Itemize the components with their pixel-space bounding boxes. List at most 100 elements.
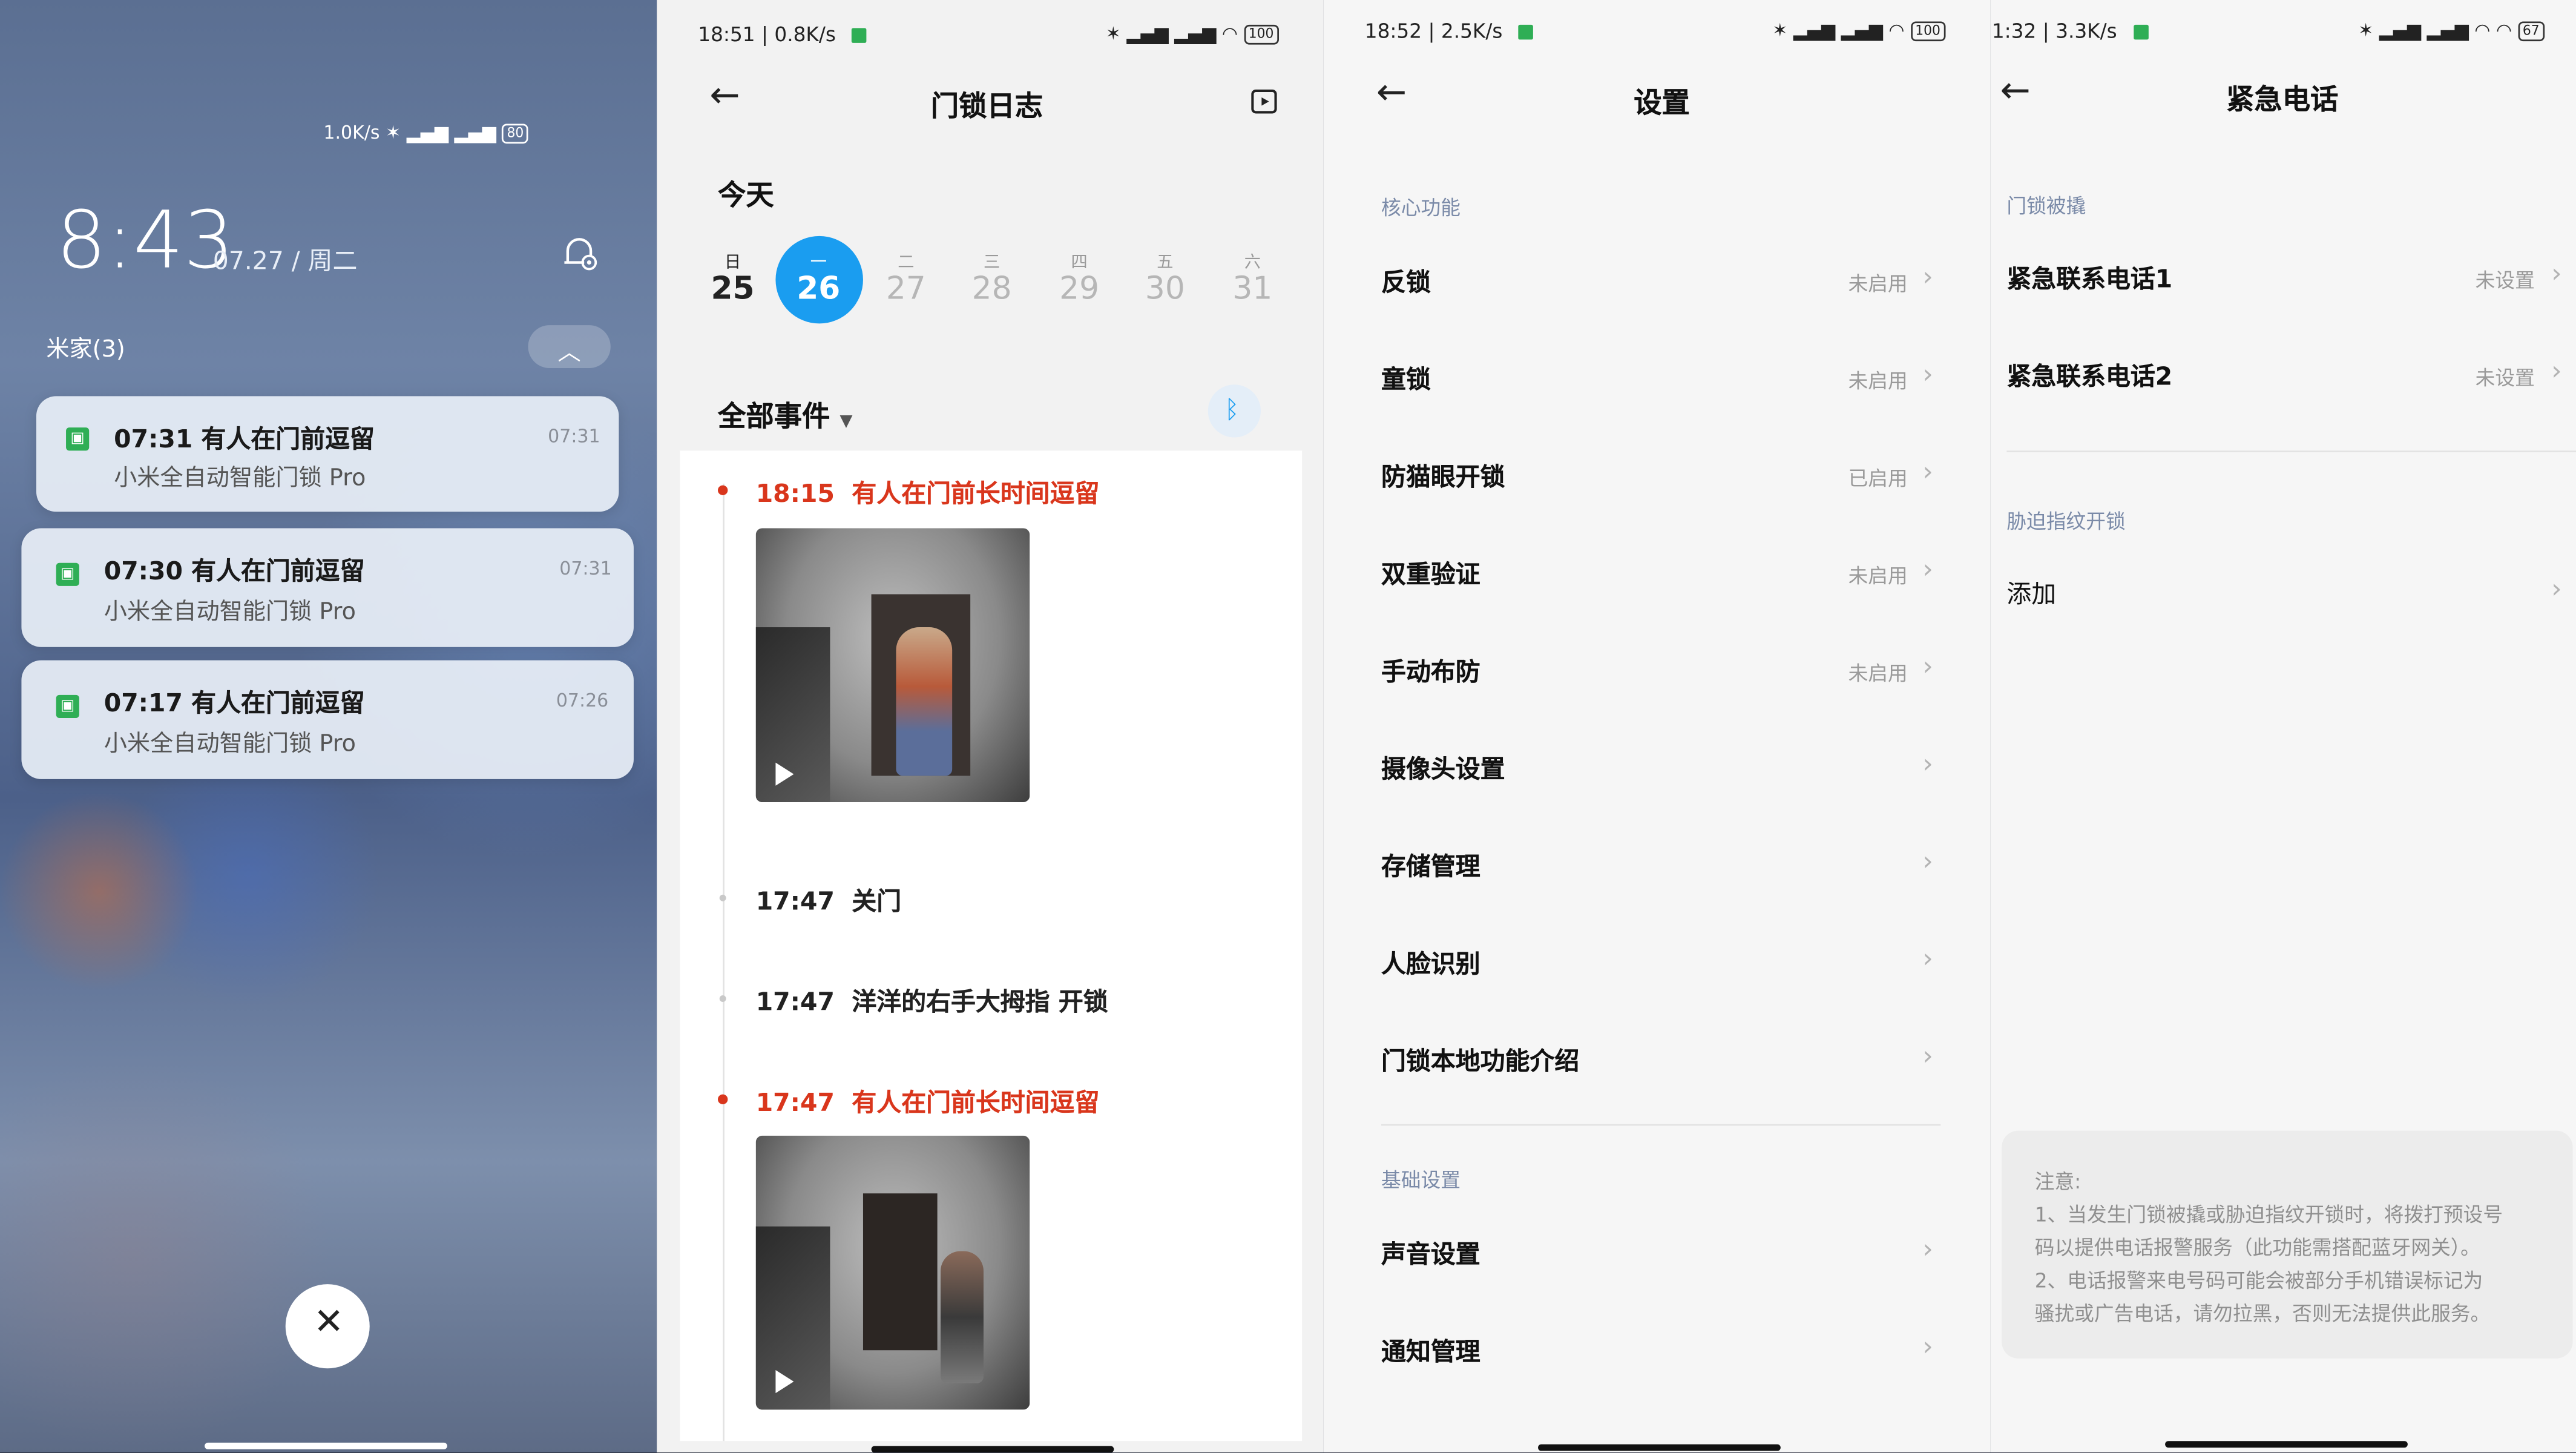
add-duress-row[interactable]: 添加 › [1990,543,2576,641]
divider [1381,1124,1941,1126]
row-label: 紧急联系电话2 [2006,361,2173,392]
close-icon: ✕ [314,1302,344,1344]
notification-subtitle: 小米全自动智能门锁 Pro [104,731,356,758]
battery-icon: 67 [2517,21,2545,42]
settings-row[interactable]: 手动布防 未启用 › [1324,621,1990,718]
notification-settings-icon[interactable] [558,231,601,274]
notification-card[interactable]: ▣ 07:30 有人在门前逗留 小米全自动智能门锁 Pro 07:31 [21,528,634,647]
event-filter-label: 全部事件 [718,401,830,435]
date: 07.27 / 周二 [212,246,358,276]
notice-box: 注意: 1、当发生门锁被撬或胁迫指纹开锁时，将拨打预设号 码以提供电话报警服务（… [2002,1130,2573,1359]
settings-row[interactable]: 防猫眼开锁 已启用 › [1324,426,1990,523]
status-bar: 1.0K/s ✶ ▂▄▆ ▂▄▆ 80 [323,122,529,144]
row-label: 添加 [2006,579,2057,610]
settings-row[interactable]: 双重验证 未启用 › [1324,523,1990,621]
bluetooth-icon: ✶ [386,122,401,144]
event-time: 17:47 [755,987,835,1017]
signal-icon: ▂▄▆ [406,122,448,144]
notification-card[interactable]: ▣ 07:31 有人在门前逗留 小米全自动智能门锁 Pro 07:31 [36,396,619,512]
row-label: 存储管理 [1381,851,1480,881]
status-text: 18:52 | 2.5K/s [1364,19,1503,43]
day-label: 五 [1157,254,1174,272]
person-shape [896,627,953,776]
collapse-button[interactable]: ︿ [528,325,611,369]
day-mon-selected[interactable]: 一 26 [775,236,863,324]
day-label: 六 [1244,254,1261,272]
day-label: 日 [724,254,741,272]
wifi-icon: ◠ [2474,19,2491,42]
clear-notifications-button[interactable]: ✕ [285,1284,370,1369]
divider [2006,450,2576,453]
status-text: 1:32 | 3.3K/s [1991,19,2117,43]
door-shape [862,1193,938,1351]
row-label: 紧急联系电话1 [2006,264,2173,294]
timeline-line [723,483,724,1441]
day-label: 一 [810,254,827,272]
contact-row[interactable]: 紧急联系电话2 未设置 › [1990,325,2576,423]
video-album-icon[interactable] [1249,86,1279,116]
chevron-right-icon: › [2551,355,2562,386]
contact-row[interactable]: 紧急联系电话1 未设置 › [1990,228,2576,325]
status-icons: ✶ ▂▄▆ ▂▄▆ ◠ 100 [1105,23,1279,45]
chevron-right-icon: › [1922,650,1933,682]
settings-row[interactable]: 声音设置 › [1324,1204,1990,1301]
today-label: 今天 [718,180,774,213]
back-arrow-icon[interactable]: ← [2000,71,2030,112]
caret-down-icon: ▼ [840,412,853,431]
page-title: 紧急电话 [2226,84,2339,117]
chevron-right-icon: › [1922,1233,1933,1265]
app-status-icon [852,28,867,43]
play-icon [775,1369,794,1394]
settings-row[interactable]: 童锁 未启用 › [1324,329,1990,426]
day-number: 29 [1059,271,1100,308]
section-basic: 基础设置 [1381,1168,1460,1192]
home-indicator[interactable] [871,1446,1114,1453]
settings-row[interactable]: 通知管理 › [1324,1300,1990,1398]
chevron-right-icon: › [1922,455,1933,487]
mijia-app-icon: ▣ [56,694,79,719]
notification-time: 07:31 [559,558,612,579]
event-filter-dropdown[interactable]: 全部事件 ▼ [718,393,853,435]
notice-line: 1、当发生门锁被撬或胁迫指纹开锁时，将拨打预设号 [2034,1203,2503,1227]
row-label: 人脸识别 [1381,949,1480,979]
event-entry[interactable]: 18:15 有人在门前长时间逗留 [756,475,1100,510]
event-entry[interactable]: 17:47 洋洋的右手大拇指 开锁 [756,984,1108,1018]
back-arrow-icon[interactable]: ← [709,76,740,117]
home-indicator[interactable] [205,1442,447,1449]
status-bar: 1:32 | 3.3K/s [1991,19,2149,43]
home-indicator[interactable] [1538,1444,1781,1451]
event-entry[interactable]: 17:47 有人在门前长时间逗留 [756,1084,1100,1119]
battery-icon: 100 [1243,24,1279,45]
day-number: 31 [1232,271,1273,308]
status-bar: 18:52 | 2.5K/s [1365,20,1534,43]
home-indicator[interactable] [2165,1441,2408,1448]
app-status-icon [2133,24,2149,40]
notification-card[interactable]: ▣ 07:17 有人在门前逗留 小米全自动智能门锁 Pro 07:26 [21,660,634,779]
settings-row[interactable]: 摄像头设置 › [1324,718,1990,815]
row-label: 防猫眼开锁 [1381,462,1505,492]
row-value: 未启用 [1848,662,1908,685]
bluetooth-button[interactable]: ᛒ [1208,384,1261,438]
notification-time: 07:26 [556,690,609,712]
lock-log-panel: 18:51 | 0.8K/s ✶ ▂▄▆ ▂▄▆ ◠ 100 ← 门锁日志 今天… [657,0,1324,1453]
event-video-thumbnail[interactable] [755,1135,1030,1410]
clock: 8:43 [56,194,234,288]
play-icon [775,762,794,786]
timeline-dot [718,1094,728,1105]
page-title: 设置 [1634,87,1690,121]
settings-row[interactable]: 存储管理 › [1324,815,1990,913]
section-duress: 胁迫指纹开锁 [2006,510,2126,533]
settings-row[interactable]: 反锁 未启用 › [1324,231,1990,329]
notice-line: 注意: [2034,1170,2082,1194]
settings-row[interactable]: 门锁本地功能介绍 › [1324,1010,1990,1108]
event-entry[interactable]: 17:47 关门 [756,883,902,918]
app-status-icon [1519,24,1534,40]
notification-title: 07:30 有人在门前逗留 [104,556,365,586]
event-text: 有人在门前长时间逗留 [852,1087,1100,1118]
day-label: 三 [983,254,1000,272]
back-arrow-icon[interactable]: ← [1376,73,1407,114]
event-time: 17:47 [755,886,835,917]
settings-row[interactable]: 人脸识别 › [1324,913,1990,1010]
event-video-thumbnail[interactable] [755,528,1030,803]
bluetooth-icon: ✶ [1105,23,1121,45]
